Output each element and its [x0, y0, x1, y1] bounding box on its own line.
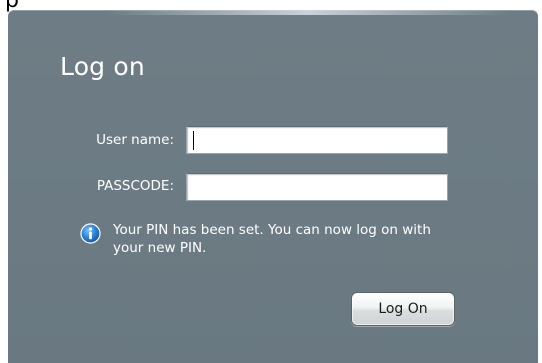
username-label: User name: [96, 132, 174, 148]
username-input[interactable] [186, 126, 448, 154]
info-icon [80, 223, 101, 244]
panel-highlight [108, 10, 508, 15]
info-message: Your PIN has been set. You can now log o… [113, 222, 431, 256]
passcode-input[interactable] [186, 173, 448, 201]
text-caret [193, 131, 194, 150]
page-title: Log on [60, 52, 145, 81]
passcode-label: PASSCODE: [96, 178, 174, 194]
log-on-button[interactable]: Log On [351, 292, 455, 326]
